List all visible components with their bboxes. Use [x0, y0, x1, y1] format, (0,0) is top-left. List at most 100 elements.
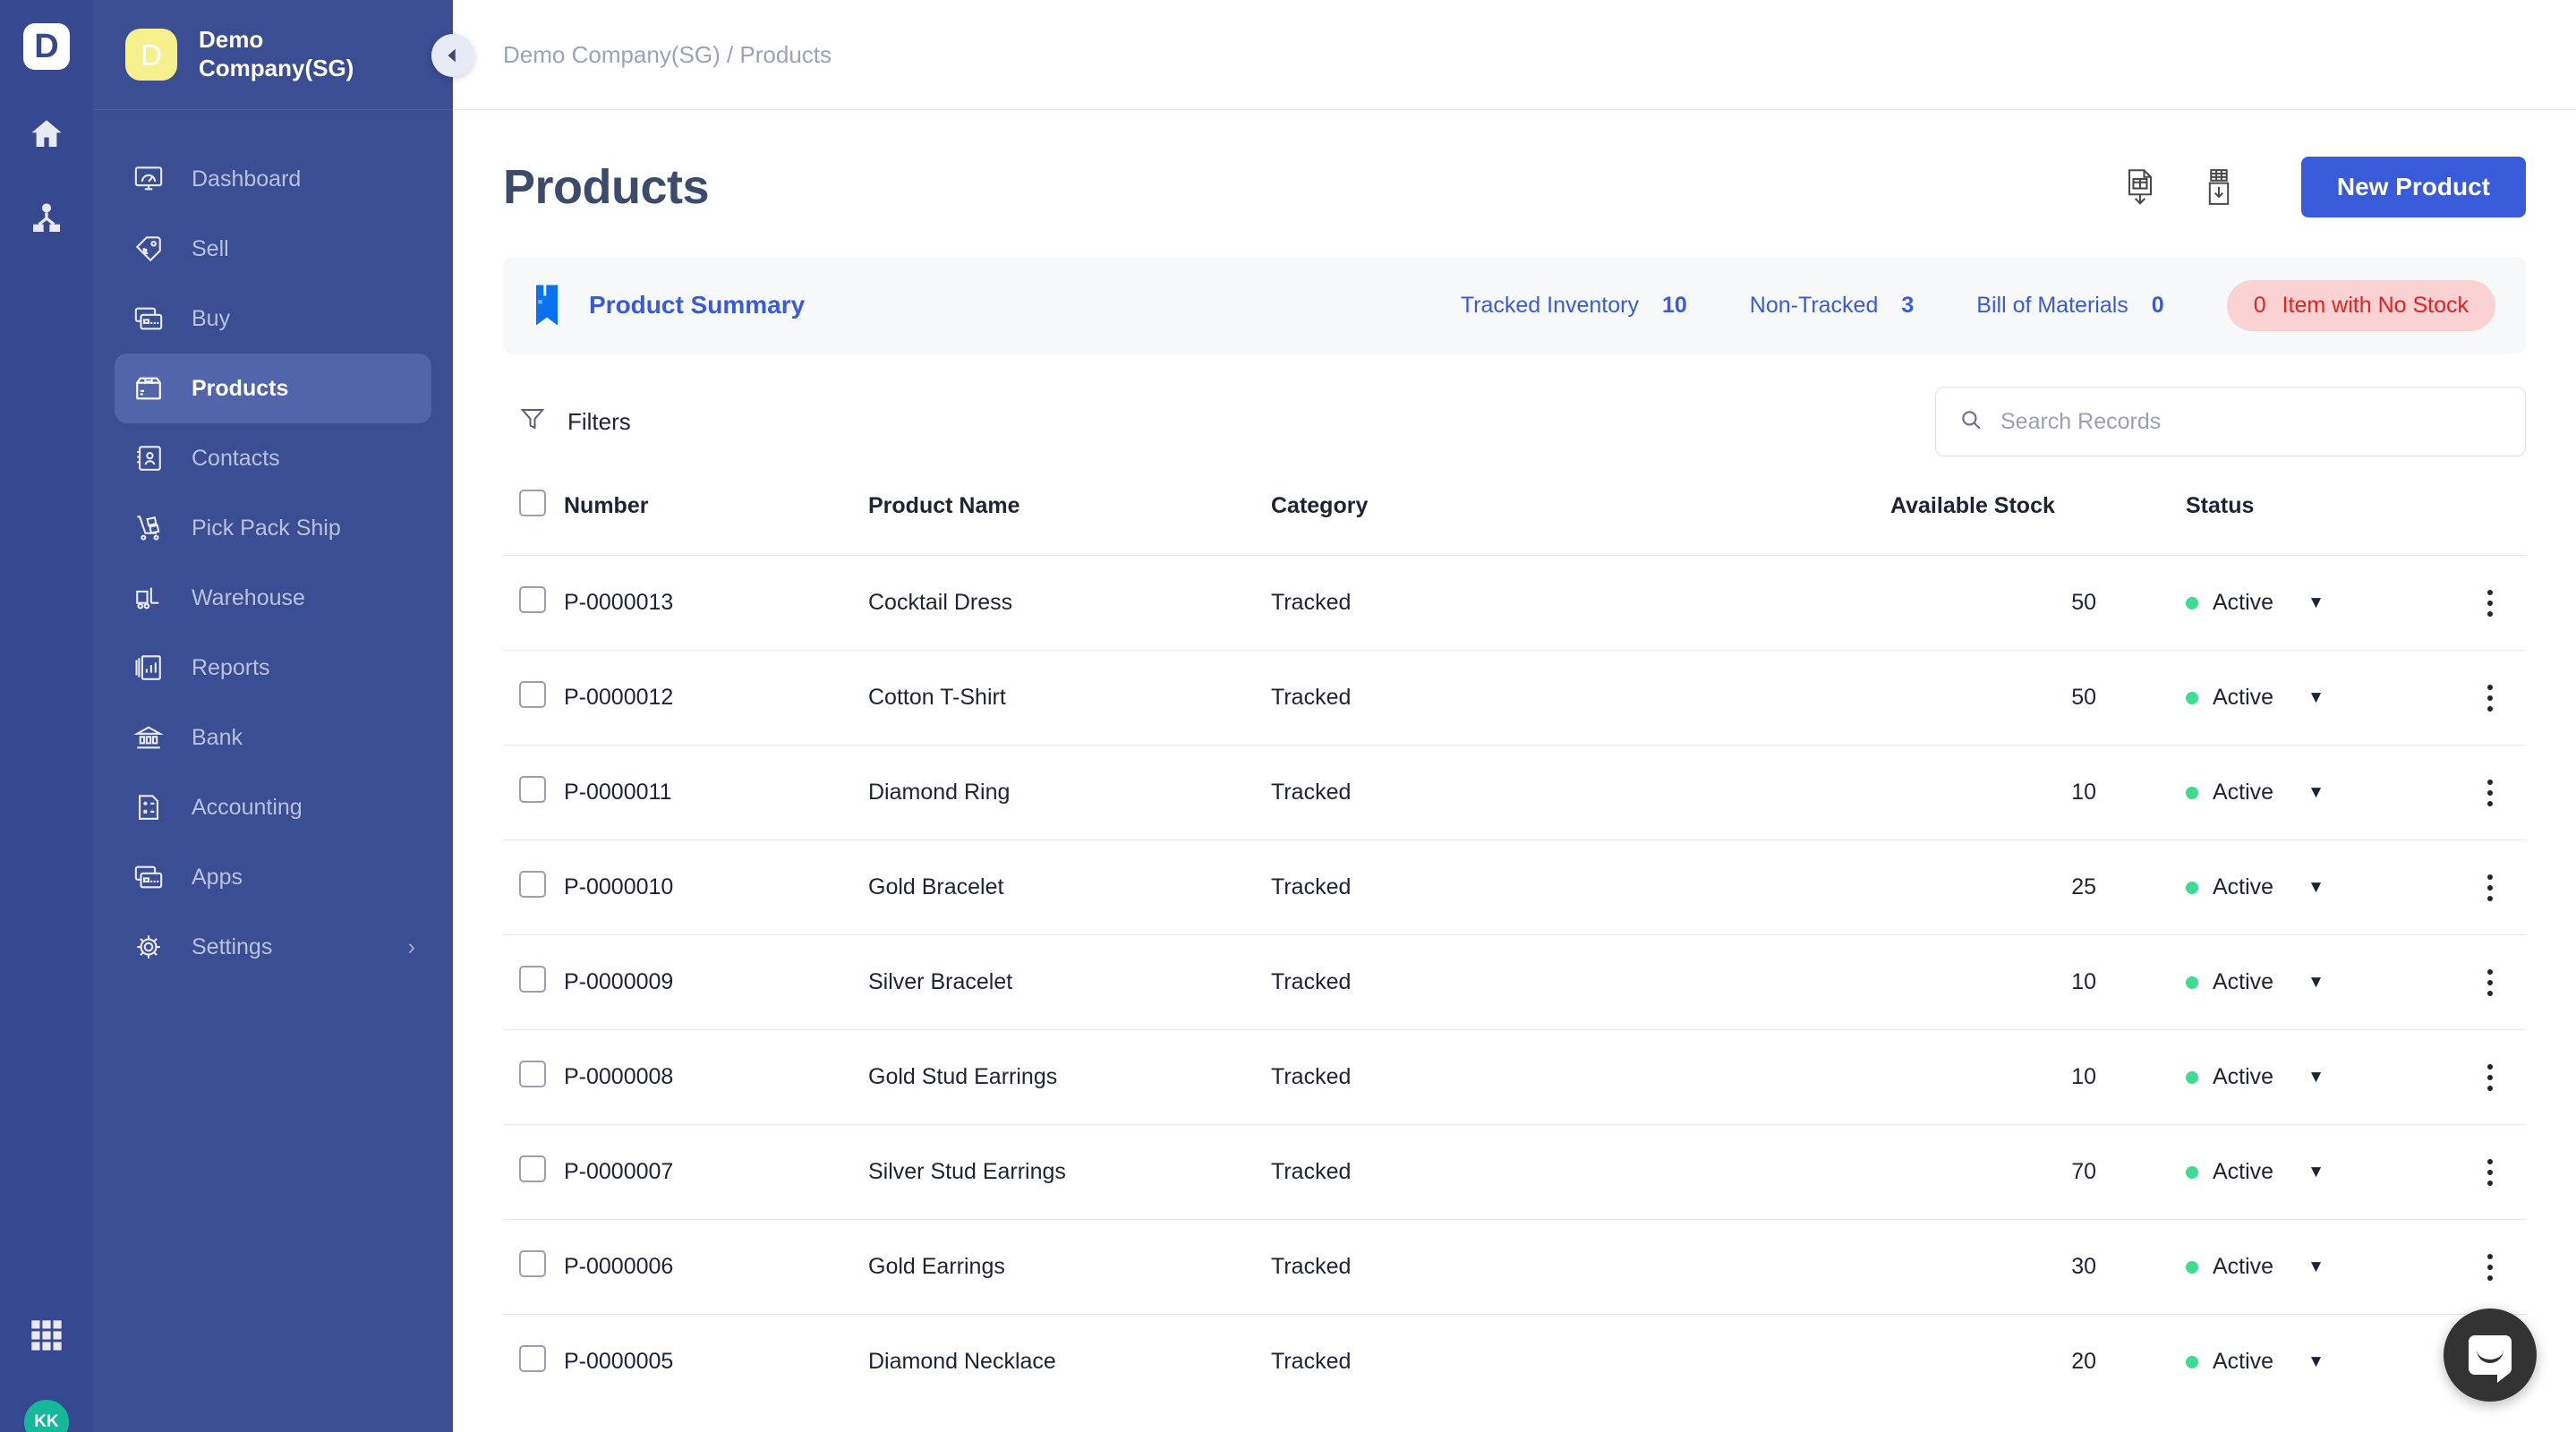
table-row[interactable]: P-0000005 Diamond Necklace Tracked 20 Active…: [503, 1314, 2526, 1410]
sidebar-item-settings[interactable]: Settings ›: [115, 912, 431, 982]
cell-number[interactable]: P-0000012: [564, 651, 868, 746]
app-logo[interactable]: D: [23, 23, 70, 70]
col-available-stock[interactable]: Available Stock: [1890, 473, 2186, 556]
status-dropdown-icon[interactable]: ▼: [2307, 688, 2324, 708]
row-checkbox[interactable]: [519, 1345, 546, 1372]
sidebar-item-sell[interactable]: Sell: [115, 214, 431, 284]
product-summary-title[interactable]: Product Summary: [589, 291, 805, 320]
row-menu-icon[interactable]: [2454, 684, 2526, 712]
search-input[interactable]: [2000, 408, 2502, 435]
table-row[interactable]: P-0000008 Gold Stud Earrings Tracked 10 Acti…: [503, 1029, 2526, 1125]
apps-grid-icon[interactable]: [23, 1312, 70, 1359]
stat-bill-of-materials[interactable]: Bill of Materials 0: [1976, 293, 2163, 319]
cell-number[interactable]: P-0000010: [564, 840, 868, 935]
table-row[interactable]: P-0000006 Gold Earrings Tracked 30 Active ▼: [503, 1219, 2526, 1315]
status-dropdown-icon[interactable]: ▼: [2307, 878, 2324, 898]
row-checkbox[interactable]: [519, 1155, 546, 1182]
row-checkbox[interactable]: [519, 776, 546, 803]
row-menu-icon[interactable]: [2454, 1158, 2526, 1186]
status-dropdown-icon[interactable]: ▼: [2307, 973, 2324, 993]
cell-number[interactable]: P-0000009: [564, 935, 868, 1030]
search-box[interactable]: [1935, 387, 2526, 456]
row-menu-icon[interactable]: [2454, 874, 2526, 901]
export-document-icon[interactable]: [2120, 165, 2160, 209]
table-row[interactable]: P-0000013 Cocktail Dress Tracked 50 Active ▼: [503, 555, 2526, 651]
new-product-button[interactable]: New Product: [2300, 157, 2526, 217]
col-product-name[interactable]: Product Name: [868, 473, 1271, 556]
cell-product-name[interactable]: Cocktail Dress: [868, 556, 1271, 651]
sidebar-item-buy[interactable]: Buy: [115, 284, 431, 354]
status-dropdown-icon[interactable]: ▼: [2307, 593, 2324, 613]
company-header[interactable]: D Demo Company(SG): [93, 0, 453, 110]
cell-actions: [2454, 1030, 2526, 1125]
stat-non-tracked[interactable]: Non-Tracked 3: [1750, 293, 1914, 319]
status-dropdown-icon[interactable]: ▼: [2307, 1163, 2324, 1182]
cell-product-name[interactable]: Gold Earrings: [868, 1220, 1271, 1315]
cell-product-name[interactable]: Gold Stud Earrings: [868, 1030, 1271, 1125]
sidebar-item-accounting[interactable]: Accounting: [115, 772, 431, 842]
cell-number[interactable]: P-0000006: [564, 1220, 868, 1315]
cell-number[interactable]: P-0000008: [564, 1030, 868, 1125]
status-dropdown-icon[interactable]: ▼: [2307, 1068, 2324, 1087]
org-chart-icon[interactable]: [23, 195, 70, 242]
table-row[interactable]: P-0000011 Diamond Ring Tracked 10 Active ▼: [503, 745, 2526, 840]
home-icon[interactable]: [23, 111, 70, 158]
no-stock-badge[interactable]: 0 Item with No Stock: [2226, 279, 2495, 331]
cell-actions: [2454, 651, 2526, 746]
select-all-checkbox[interactable]: [519, 490, 546, 516]
row-checkbox[interactable]: [519, 1250, 546, 1277]
row-checkbox[interactable]: [519, 966, 546, 993]
row-menu-icon[interactable]: [2454, 968, 2526, 996]
col-status[interactable]: Status: [2186, 473, 2454, 556]
cell-product-name[interactable]: Cotton T-Shirt: [868, 651, 1271, 746]
sidebar-item-warehouse[interactable]: Warehouse: [115, 563, 431, 633]
table-row[interactable]: P-0000010 Gold Bracelet Tracked 25 Active ▼: [503, 840, 2526, 935]
status-dropdown-icon[interactable]: ▼: [2307, 1352, 2324, 1372]
cell-product-name[interactable]: Silver Stud Earrings: [868, 1125, 1271, 1220]
stat-label: Bill of Materials: [1976, 292, 2128, 318]
filters-label: Filters: [567, 407, 631, 435]
table-row[interactable]: P-0000009 Silver Bracelet Tracked 10 Active ▼: [503, 934, 2526, 1030]
col-number[interactable]: Number: [564, 473, 868, 556]
cell-product-name[interactable]: Silver Bracelet: [868, 935, 1271, 1030]
status-dropdown-icon[interactable]: ▼: [2307, 1257, 2324, 1277]
row-menu-icon[interactable]: [2454, 1063, 2526, 1091]
sidebar-item-label: Pick Pack Ship: [192, 515, 341, 541]
cell-number[interactable]: P-0000013: [564, 556, 868, 651]
cell-available-stock: 10: [2071, 969, 2096, 994]
breadcrumb-bar: Demo Company(SG) / Products: [453, 0, 2576, 110]
row-checkbox[interactable]: [519, 586, 546, 613]
intercom-chat-icon[interactable]: [2444, 1308, 2537, 1402]
row-menu-icon[interactable]: [2454, 779, 2526, 806]
status-dropdown-icon[interactable]: ▼: [2307, 783, 2324, 803]
sidebar-collapse-button[interactable]: [431, 34, 474, 77]
row-menu-icon[interactable]: [2454, 589, 2526, 617]
breadcrumb[interactable]: Demo Company(SG) / Products: [503, 41, 832, 69]
cell-number[interactable]: P-0000011: [564, 746, 868, 840]
cell-product-name[interactable]: Diamond Necklace: [868, 1315, 1271, 1410]
row-checkbox[interactable]: [519, 871, 546, 898]
row-checkbox[interactable]: [519, 1061, 546, 1087]
status-dot: [2186, 691, 2198, 704]
sidebar-item-apps[interactable]: Apps: [115, 842, 431, 912]
sidebar-item-bank[interactable]: Bank: [115, 703, 431, 772]
row-checkbox[interactable]: [519, 681, 546, 708]
cell-product-name[interactable]: Diamond Ring: [868, 746, 1271, 840]
filters-button[interactable]: Filters: [503, 405, 631, 439]
sidebar-item-contacts[interactable]: Contacts: [115, 423, 431, 493]
cell-number[interactable]: P-0000007: [564, 1125, 868, 1220]
cell-product-name[interactable]: Gold Bracelet: [868, 840, 1271, 935]
col-category[interactable]: Category: [1271, 473, 1890, 556]
sidebar-item-products[interactable]: Products: [115, 354, 431, 423]
row-menu-icon[interactable]: [2454, 1253, 2526, 1281]
sidebar-item-pick-pack-ship[interactable]: Pick Pack Ship: [115, 493, 431, 563]
cell-number[interactable]: P-0000005: [564, 1315, 868, 1410]
sidebar-item-reports[interactable]: Reports: [115, 633, 431, 703]
table-row[interactable]: P-0000012 Cotton T-Shirt Tracked 50 Active ▼: [503, 650, 2526, 746]
export-spreadsheet-icon[interactable]: [2199, 165, 2239, 209]
cell-category: Tracked: [1271, 685, 1352, 710]
table-row[interactable]: P-0000007 Silver Stud Earrings Tracked 70 Ac…: [503, 1124, 2526, 1220]
stat-tracked-inventory[interactable]: Tracked Inventory 10: [1461, 293, 1687, 319]
sidebar-item-dashboard[interactable]: Dashboard: [115, 144, 431, 214]
avatar[interactable]: KK: [24, 1400, 69, 1432]
